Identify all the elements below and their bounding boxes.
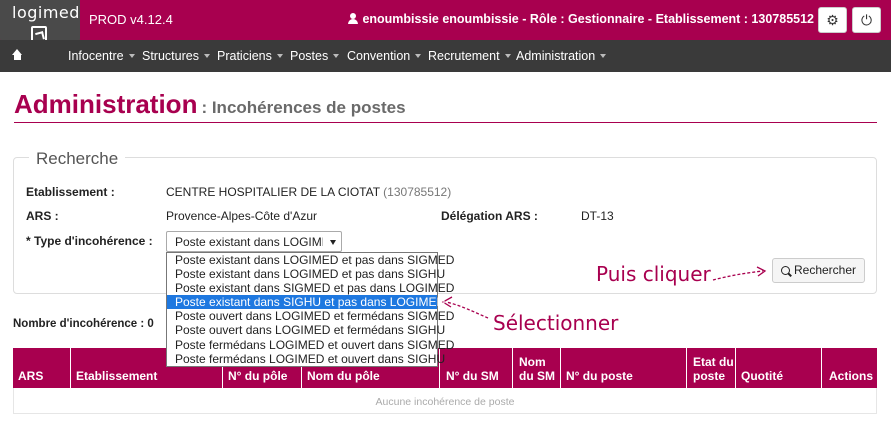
col-separator (686, 348, 687, 388)
select-option[interactable]: Poste ouvert dans LOGIMED et fermédans S… (167, 309, 454, 323)
col-separator (560, 348, 561, 388)
select-option-highlighted[interactable]: Poste existant dans SIGHU et pas dans LO… (167, 295, 445, 310)
col-num-sm[interactable]: N° du SM (446, 369, 499, 383)
col-etat-poste[interactable]: Etat du poste (693, 355, 738, 383)
result-count-label: Nombre d'incohérence : (13, 318, 145, 330)
col-num-poste[interactable]: N° du poste (566, 369, 633, 383)
select-option[interactable]: Poste ouvert dans LOGIMED et fermédans S… (167, 323, 445, 337)
results-table-body: Aucune incohérence de poste (13, 388, 877, 414)
select-option[interactable]: Poste existant dans LOGIMED et pas dans … (167, 267, 445, 281)
col-separator (512, 348, 513, 388)
select-option[interactable]: Poste existant dans LOGIMED et pas dans … (167, 253, 454, 267)
col-separator (821, 348, 822, 388)
select-option[interactable]: Poste fermédans LOGIMED et ouvert dans S… (167, 338, 454, 352)
col-etablissement[interactable]: Etablissement (76, 369, 157, 383)
empty-message: Aucune incohérence de poste (375, 396, 515, 408)
col-separator (70, 348, 71, 388)
col-ars[interactable]: ARS (18, 369, 43, 383)
col-actions[interactable]: Actions (829, 369, 873, 383)
select-option[interactable]: Poste fermédans LOGIMED et ouvert dans S… (167, 352, 445, 366)
col-separator (735, 348, 736, 388)
result-count-value: 0 (147, 318, 154, 330)
col-nom-pole[interactable]: Nom du pôle (307, 369, 380, 383)
col-nom-sm[interactable]: Nom du SM (519, 355, 559, 383)
col-num-pole[interactable]: N° du pôle (228, 369, 287, 383)
type-incoherence-options: Poste existant dans LOGIMED et pas dans … (166, 252, 454, 367)
result-count: Nombre d'incohérence : 0 (13, 318, 154, 330)
col-quotite[interactable]: Quotité (741, 369, 783, 383)
select-option[interactable]: Poste existant dans SIGMED et pas dans L… (167, 281, 454, 295)
arrow-to-search-button-icon (712, 266, 767, 281)
